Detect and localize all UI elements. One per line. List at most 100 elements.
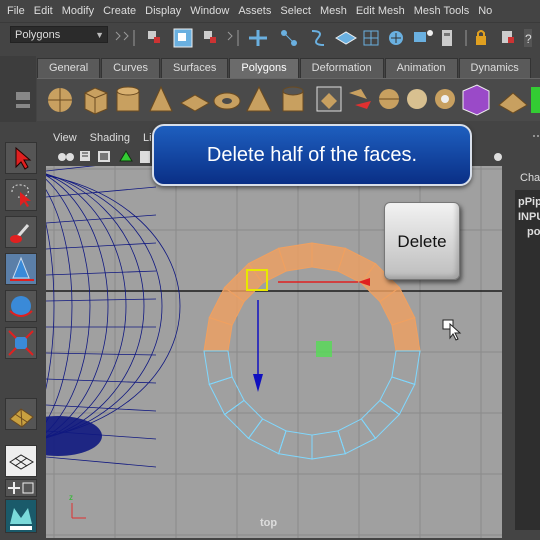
channel-box-input-node[interactable]: po	[518, 225, 540, 240]
menu-file[interactable]: File	[7, 5, 25, 17]
z-axis-arrow-icon[interactable]	[253, 374, 263, 392]
average-vertices-icon[interactable]	[435, 89, 455, 109]
unselected-face[interactable]	[277, 430, 313, 460]
wireframe-edge	[46, 174, 163, 438]
arrow-cursor-icon	[15, 146, 32, 170]
snap-curve-icon[interactable]	[281, 30, 297, 46]
poly-cube-icon[interactable]	[84, 87, 108, 115]
poly-plane-tool-icon	[9, 408, 34, 428]
menu-edit-mesh[interactable]: Edit Mesh	[356, 5, 405, 17]
poly-plane-icon[interactable]	[179, 94, 211, 112]
grid-toggle-icon[interactable]	[119, 150, 133, 162]
panel-menu-view[interactable]: View	[53, 132, 77, 144]
shelf-item-green-icon[interactable]	[531, 87, 540, 113]
render-view-icon[interactable]	[414, 30, 433, 42]
extract-icon[interactable]	[379, 89, 399, 109]
wireframe-edge	[46, 222, 55, 390]
wireframe-edge	[46, 352, 157, 356]
rotate-sphere-icon	[9, 296, 33, 317]
toolbox	[0, 135, 46, 540]
question-icon[interactable]: ?	[524, 29, 532, 47]
unselected-face[interactable]	[360, 399, 401, 440]
render-settings-icon[interactable]	[442, 30, 452, 46]
move-cone-icon	[10, 256, 34, 281]
paint-weights-icon[interactable]	[498, 92, 528, 114]
scale-tool[interactable]	[5, 327, 37, 359]
lock-icon[interactable]	[476, 30, 486, 45]
menu-modify[interactable]: Modify	[62, 5, 94, 17]
wireframe-edge	[46, 456, 157, 468]
unselected-face[interactable]	[391, 350, 421, 386]
snap-grid-icon[interactable]	[249, 30, 267, 46]
menu-window[interactable]: Window	[190, 5, 229, 17]
bookmark-icon[interactable]	[80, 151, 90, 161]
menu-mesh[interactable]: Mesh	[320, 5, 347, 17]
unselected-face[interactable]	[247, 418, 287, 455]
menu-select[interactable]: Select	[280, 5, 311, 17]
menu-mesh-tools[interactable]: Mesh Tools	[414, 5, 469, 17]
poly-pipe-icon[interactable]	[282, 86, 304, 112]
snap-point-icon[interactable]	[311, 30, 325, 46]
panel-menu-shading[interactable]: Shading	[90, 132, 130, 144]
transfer-attributes-icon[interactable]	[462, 84, 490, 116]
channel-box-header[interactable]: Cha	[520, 172, 540, 188]
unselected-face[interactable]	[311, 430, 347, 460]
poly-torus-icon[interactable]	[213, 92, 241, 110]
history-icon[interactable]	[389, 31, 403, 45]
wireframe-icon[interactable]	[140, 151, 150, 163]
tab-curves[interactable]: Curves	[101, 58, 160, 78]
menu-more[interactable]: No	[478, 5, 492, 17]
tab-polygons[interactable]: Polygons	[229, 58, 299, 78]
select-by-hierarchy-icon[interactable]	[148, 31, 160, 43]
lasso-tool[interactable]	[5, 179, 37, 211]
unselected-face[interactable]	[379, 376, 416, 416]
shelf-menu-icon[interactable]	[0, 56, 36, 122]
tab-dynamics[interactable]: Dynamics	[458, 58, 531, 78]
tab-deformation[interactable]: Deformation	[299, 58, 384, 78]
image-plane-icon[interactable]	[98, 151, 110, 162]
maya-logo	[5, 499, 37, 533]
menu-create[interactable]: Create	[103, 5, 136, 17]
layout-panes[interactable]	[5, 479, 37, 497]
wireframe-edge	[46, 270, 157, 276]
unselected-face[interactable]	[203, 350, 233, 386]
panel-menu-lighting[interactable]: Li	[143, 132, 152, 144]
tab-animation[interactable]: Animation	[384, 58, 458, 78]
tab-general[interactable]: General	[37, 58, 101, 78]
menu-set-select[interactable]: Polygons ▼	[10, 26, 108, 43]
select-by-object-icon[interactable]	[173, 28, 193, 48]
chevron-down-icon: ▼	[95, 30, 104, 40]
layout-single-pane[interactable]	[5, 445, 37, 477]
menu-bar: File Edit Modify Create Display Window A…	[0, 0, 540, 22]
menu-edit[interactable]: Edit	[34, 5, 53, 17]
paint-select-tool[interactable]	[5, 216, 37, 248]
maya-logo-icon	[10, 508, 32, 530]
shelf-icon-row	[37, 78, 540, 121]
menu-assets[interactable]: Assets	[238, 5, 271, 17]
smooth-icon[interactable]	[407, 89, 427, 109]
live-surface-icon[interactable]	[363, 30, 379, 46]
poly-cylinder-icon[interactable]	[116, 86, 140, 112]
separate-icon[interactable]	[349, 89, 371, 109]
lasso-icon	[11, 184, 31, 207]
camera-attributes-icon[interactable]	[58, 153, 74, 161]
last-tool[interactable]	[5, 398, 37, 430]
select-by-component-icon[interactable]	[204, 31, 216, 43]
unselected-face[interactable]	[223, 399, 264, 440]
combine-icon[interactable]	[316, 86, 342, 112]
snap-view-plane-icon[interactable]	[335, 31, 357, 45]
select-tool[interactable]	[5, 142, 37, 174]
rotate-tool[interactable]	[5, 290, 37, 322]
move-tool[interactable]	[5, 253, 37, 285]
poly-cone-icon[interactable]	[149, 85, 173, 112]
menu-display[interactable]: Display	[145, 5, 181, 17]
wireframe-mesh[interactable]	[46, 166, 181, 468]
layout-icon	[8, 482, 34, 494]
shelf-tabs: General Curves Surfaces Polygons Deforma…	[37, 58, 540, 78]
tab-surfaces[interactable]: Surfaces	[160, 58, 229, 78]
channel-box-node-name[interactable]: pPip	[518, 195, 540, 210]
poly-prism-icon[interactable]	[246, 85, 272, 112]
poly-sphere-icon[interactable]	[48, 88, 72, 112]
select-mask-icon[interactable]	[502, 31, 514, 43]
lights-icon[interactable]	[494, 153, 502, 161]
